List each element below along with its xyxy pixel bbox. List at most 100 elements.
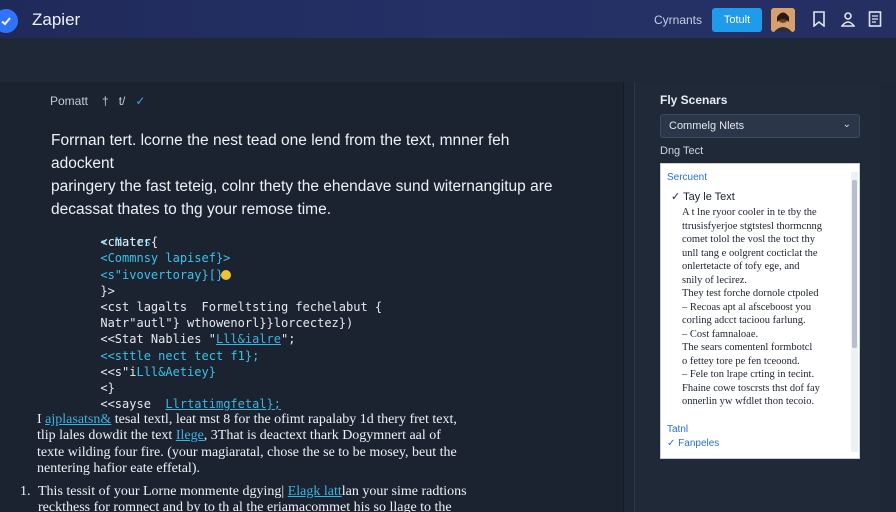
code-line[interactable]: <cst lagalts Formeltsting fechelabut { [57,299,617,315]
chevron-down-icon: ✓ [667,438,679,449]
text-segment: <<Stat Nablies " [100,332,216,347]
preview-line: – Cost famnaloae. [682,328,759,340]
samples-item[interactable]: ✓ Fanpeles [667,438,719,449]
text-segment: <<sttle nect tect f1}; [100,348,260,363]
bookmark-icon[interactable] [810,10,828,28]
panel-label: Dng Tect [660,145,704,157]
text-segment: tlip lales dowdit the text [37,428,176,444]
tree-head-label: Tay le Text [683,191,735,203]
text-segment: nentering hafior eate effetal). [37,460,200,476]
app-name: Zapier [32,10,81,29]
text-segment: lan your sime radtions [341,484,467,500]
code-line[interactable]: <Commnsy lapisef}> [57,250,617,266]
code-line[interactable]: <<sttle nect tect f1}; [57,348,617,364]
intro-paragraph[interactable]: Forrnan tert. lcorne the nest tead one l… [51,129,571,221]
preview-line: ttrusisfyerjoe stgtstesl thormcnng [682,220,822,232]
scrollbar[interactable] [851,172,858,452]
text-segment: tesal textl, leat mst 8 for the ofimt ra… [111,412,457,428]
text-segment: <<s"i [100,364,137,379]
scrollbar-thumb[interactable] [852,180,857,348]
code-line[interactable]: <<sayse Llrtatimgfetal}; [57,396,617,412]
inline-link[interactable]: Llrtatimgfetal}; [165,397,281,411]
section-top-label[interactable]: Sercuent [667,172,707,183]
code-line[interactable]: <s"ivovertoray}[} [57,267,617,283]
avatar[interactable] [771,8,795,32]
text-segment: texte wilding four fire. (your magiarata… [37,444,457,460]
chevron-down-icon[interactable]: ⌄ [843,119,851,130]
text-segment: <Commnsy lapisef}> [100,251,231,266]
format-label[interactable]: Pomatt [50,94,88,108]
chevron-down-icon[interactable]: ✓ [135,94,145,108]
editor-pane[interactable]: Pomatt † t/ ✓ Forrnan tert. lcorne the n… [0,82,624,512]
code-line[interactable]: }> [57,283,617,299]
right-panel: Fly Scenars Commelg Nlets ⌄ Dng Tect Ser… [634,82,880,512]
preview-line: corling adcct tacioou farlung. [682,315,806,326]
text-segment: }> [100,283,115,298]
body-text: I ajplasatsn& tesal textl, leat mst 8 fo… [37,412,557,477]
preview-line: Fhaine cowe toscrsts thst dof fay [682,382,820,394]
text-segment: reckthess for romnect and by to th al th… [38,500,452,512]
code-line[interactable]: Natr"autl"} wthowenorl}}lorcectez}) [57,315,617,331]
text-segment: Natr"autl"} wthowenorl}}lorcectez}) [100,316,354,331]
preview-line: – Fele ton lrape crting in tecint. [682,369,815,380]
code-line[interactable]: <cmater{ [57,234,617,250]
panel-title: Fly Scenars [660,93,728,107]
preview-box[interactable]: Sercuent ✓ Tay le Text A t lne ryoor coo… [660,163,860,459]
preview-line: snily of lecirez. [682,274,748,286]
numbered-line[interactable]: reckthess for romnect and by to th al th… [38,500,558,512]
text-segment: <s"ivovertoray}[} [100,267,224,282]
user-icon[interactable] [839,10,857,28]
code-lines: <cmater{ <Commnsy lapisef}> <s"ivovertor… [57,234,617,412]
body-line[interactable]: nentering hafior eate effetal). [37,461,557,477]
format-bar: Pomatt † t/ ✓ [50,94,145,108]
panel-select[interactable]: Commelg Nlets ⌄ [660,114,860,138]
header-link[interactable]: Cyrnants [654,13,702,27]
section-bottom-label[interactable]: Tatnl [667,424,688,435]
preview-lines: A t lne ryoor cooler in te tby the ttrusi… [682,206,842,409]
text-segment: Lll&Aetiey} [136,364,216,379]
item-number: 1. [20,484,31,500]
preview-line: unll tang e oolgrent cocticlat the [682,247,818,259]
preview-line: They test forche dornole ctpoled [682,288,819,299]
inline-link[interactable]: Elagk latt [288,484,342,499]
code-block[interactable]: ▾ Natrs <cmater{ <Commnsy lapisef}> <s"i… [20,218,617,512]
numbered-line[interactable]: This tessit of your Lorne monmente dgyin… [38,484,558,500]
body-line[interactable]: texte wilding four fire. (your magiarata… [37,445,557,461]
code-header[interactable]: ▾ Natrs [57,218,617,249]
app-logo-icon[interactable] [0,9,18,33]
body-line[interactable]: I ajplasatsn& tesal textl, leat mst 8 fo… [37,412,557,428]
body-line[interactable]: tlip lales dowdit the text Ilege, 3That … [37,428,557,444]
code-line[interactable]: <} [57,380,617,396]
text-segment: , 3That is deactext thark Dogymnert aal … [203,428,441,444]
text-segment: <<sayse [100,397,166,412]
bold-button[interactable]: † [102,94,109,108]
inline-link[interactable]: Lll&ialre [216,332,281,346]
code-line[interactable]: <<Stat Nablies "Lll&ialre"; [57,331,617,347]
preview-line: onlertetacte of tofy ege, and [682,261,800,272]
preview-line: onnerlin yw wfdlet thon tecoio. [682,396,815,407]
text-segment: "; [280,332,296,347]
inline-link[interactable]: ajplasatsn& [45,412,111,427]
italic-button[interactable]: t/ [119,94,126,108]
text-segment: <cmater{ [100,235,159,250]
paragraph-line: Forrnan tert. lcorne the nest tead one l… [51,132,510,172]
header-button[interactable]: Totult [712,8,762,32]
tree-head[interactable]: ✓ Tay le Text [671,190,735,203]
document-icon[interactable] [866,10,884,28]
preview-line: – Recoas apt al afsceboost you [682,301,812,313]
preview-line: A t lne ryoor cooler in te tby the [682,207,817,218]
code-line[interactable]: <<s"iLll&Aetiey} [57,364,617,380]
text-cursor-icon [221,270,232,281]
text-segment: I [37,412,46,428]
inline-link[interactable]: Ilege [176,428,204,443]
chevron-down-icon[interactable]: ✓ [671,191,683,203]
